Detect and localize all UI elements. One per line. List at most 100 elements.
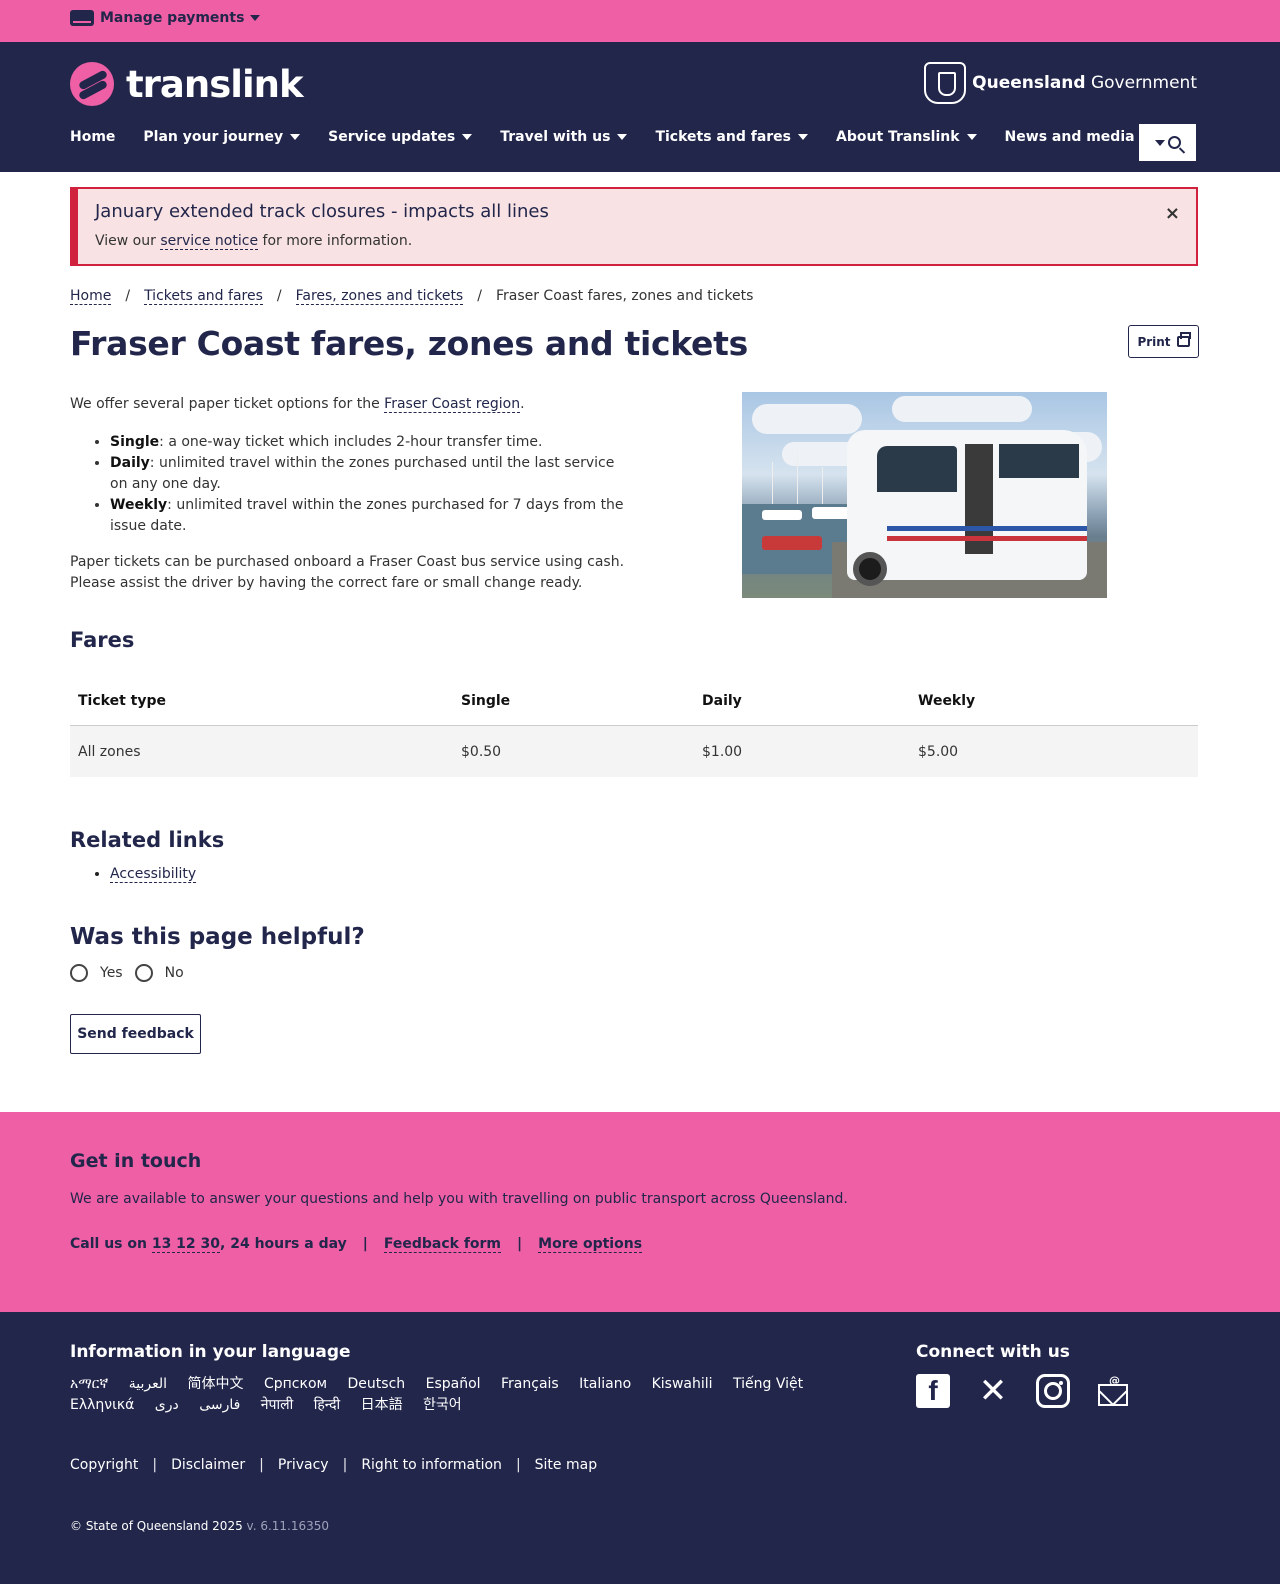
queensland-government-logo[interactable]: Queensland Government — [924, 62, 1197, 104]
translink-logo[interactable]: translink — [70, 62, 304, 106]
breadcrumb: Home / Tickets and fares / Fares, zones … — [70, 288, 753, 305]
language-link[interactable]: 日本語 — [361, 1395, 403, 1416]
language-link[interactable]: Deutsch — [348, 1374, 406, 1395]
social-links: f ✕ @ — [916, 1371, 1130, 1411]
print-button[interactable]: Print — [1128, 325, 1199, 358]
language-link[interactable]: 简体中文 — [188, 1374, 244, 1395]
chevron-down-icon — [462, 134, 473, 140]
chevron-down-icon — [966, 134, 977, 140]
breadcrumb-fares-zones-tickets[interactable]: Fares, zones and tickets — [295, 288, 464, 305]
language-link[interactable]: Français — [501, 1374, 559, 1395]
version-text: v. 6.11.16350 — [242, 1519, 330, 1533]
get-in-touch-heading: Get in touch — [70, 1150, 202, 1172]
language-link[interactable]: Kiswahili — [652, 1374, 713, 1395]
language-link[interactable]: دری — [155, 1395, 179, 1416]
breadcrumb-home[interactable]: Home — [70, 288, 112, 305]
helpful-heading: Was this page helpful? — [70, 924, 365, 950]
logo-text: translink — [126, 62, 304, 106]
chevron-down-icon — [1154, 139, 1165, 146]
ticket-options-list: Single: a one-way ticket which includes … — [110, 432, 630, 537]
language-link[interactable]: Español — [426, 1374, 481, 1395]
printer-icon — [1176, 332, 1191, 347]
language-link[interactable]: Српском — [264, 1374, 327, 1395]
language-link[interactable]: فارسی — [199, 1395, 240, 1416]
legal-links: Copyright | Disclaimer | Privacy | Right… — [70, 1457, 597, 1473]
yes-label: Yes — [100, 965, 123, 981]
facebook-icon[interactable]: f — [916, 1374, 950, 1408]
disclaimer-link[interactable]: Disclaimer — [171, 1457, 245, 1473]
contact-links: Call us on 13 12 30, 24 hours a day | Fe… — [70, 1236, 643, 1253]
send-feedback-button[interactable]: Send feedback — [70, 1014, 201, 1054]
nav-about-translink[interactable]: About Translink — [836, 129, 977, 145]
nav-plan-your-journey[interactable]: Plan your journey — [143, 129, 301, 145]
manage-payments-menu[interactable]: Manage payments — [70, 10, 261, 26]
search-button[interactable] — [1139, 124, 1196, 161]
feedback-form-link[interactable]: Feedback form — [383, 1236, 502, 1253]
site-header: translink Queensland Government Home Pla… — [0, 42, 1280, 172]
language-link[interactable]: Ελληνικά — [70, 1395, 134, 1416]
language-link[interactable]: አማርኛ — [70, 1374, 108, 1395]
x-icon[interactable]: ✕ — [976, 1371, 1010, 1411]
accessibility-link[interactable]: Accessibility — [110, 866, 197, 883]
separator: | — [342, 1457, 348, 1473]
nav-travel-with-us[interactable]: Travel with us — [500, 129, 628, 145]
get-in-touch-text: We are available to answer your question… — [70, 1191, 848, 1207]
list-item: Weekly: unlimited travel within the zone… — [110, 495, 630, 537]
service-notice-link[interactable]: service notice — [160, 233, 259, 250]
print-label: Print — [1137, 334, 1171, 349]
separator: | — [362, 1236, 368, 1252]
close-icon[interactable]: × — [1165, 203, 1180, 224]
connect-heading: Connect with us — [916, 1342, 1070, 1362]
email-icon[interactable]: @ — [1096, 1374, 1130, 1408]
nav-news-and-media[interactable]: News and media — [1005, 129, 1152, 145]
chevron-down-icon — [617, 134, 628, 140]
yes-radio[interactable] — [70, 964, 88, 982]
chevron-down-icon — [250, 15, 261, 21]
language-link[interactable]: हिन्दी — [314, 1395, 340, 1416]
nav-home[interactable]: Home — [70, 129, 115, 145]
privacy-link[interactable]: Privacy — [278, 1457, 329, 1473]
site-footer: Information in your language አማርኛ العربي… — [0, 1312, 1280, 1584]
language-link[interactable]: 한국어 — [423, 1395, 462, 1416]
language-links: አማርኛ العربية 简体中文 Српском Deutsch Españo… — [70, 1374, 890, 1416]
language-link[interactable]: Tiếng Việt — [733, 1374, 803, 1395]
separator: | — [517, 1236, 523, 1252]
more-options-link[interactable]: More options — [538, 1236, 643, 1253]
chevron-down-icon — [290, 134, 301, 140]
language-link[interactable]: العربية — [129, 1374, 167, 1395]
crest-icon — [924, 62, 967, 104]
fraser-coast-region-link[interactable]: Fraser Coast region — [384, 396, 521, 413]
column-header: Ticket type — [78, 692, 166, 709]
list-item: Single: a one-way ticket which includes … — [110, 432, 630, 453]
main-nav: Home Plan your journey Service updates T… — [70, 129, 1180, 145]
call-us-text: Call us on 13 12 30, 24 hours a day — [70, 1236, 347, 1253]
breadcrumb-separator: / — [477, 288, 482, 304]
column-header: Daily — [702, 692, 742, 709]
no-label: No — [164, 965, 184, 981]
copyright-text: © State of Queensland 2025 v. 6.11.16350 — [70, 1519, 330, 1533]
breadcrumb-current: Fraser Coast fares, zones and tickets — [495, 288, 754, 304]
helpful-radio-group: Yes No — [70, 964, 196, 982]
site-map-link[interactable]: Site map — [535, 1457, 597, 1473]
alert-text: View our service notice for more informa… — [95, 233, 413, 250]
get-in-touch-section: Get in touch We are available to answer … — [0, 1112, 1280, 1312]
right-to-information-link[interactable]: Right to information — [361, 1457, 502, 1473]
bus-photo — [742, 392, 1107, 598]
copyright-link[interactable]: Copyright — [70, 1457, 138, 1473]
search-icon — [1167, 136, 1181, 149]
instagram-icon[interactable] — [1036, 1374, 1070, 1408]
related-links-list: Accessibility — [110, 866, 197, 883]
list-item: Accessibility — [110, 866, 197, 883]
nav-tickets-and-fares[interactable]: Tickets and fares — [655, 129, 808, 145]
no-radio[interactable] — [134, 964, 153, 982]
breadcrumb-separator: / — [276, 288, 282, 304]
language-link[interactable]: Italiano — [579, 1374, 631, 1395]
table-header: Ticket type Single Daily Weekly — [70, 676, 1198, 726]
language-link[interactable]: नेपाली — [261, 1395, 293, 1416]
breadcrumb-tickets-and-fares[interactable]: Tickets and fares — [144, 288, 263, 305]
nav-service-updates[interactable]: Service updates — [328, 129, 473, 145]
manage-payments-label: Manage payments — [100, 10, 245, 26]
fares-table: Ticket type Single Daily Weekly All zone… — [70, 676, 1198, 777]
separator: | — [152, 1457, 158, 1473]
phone-link[interactable]: 13 12 30 — [151, 1236, 221, 1253]
